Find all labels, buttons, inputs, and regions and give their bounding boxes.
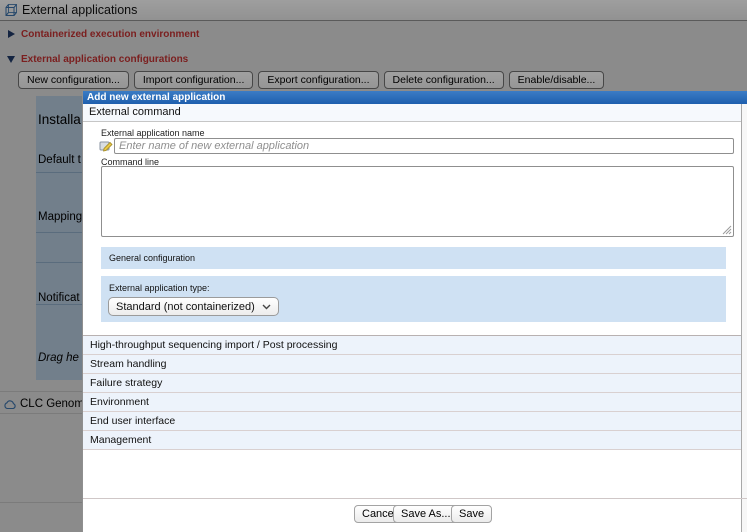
dialog-title: Add new external application [87, 92, 226, 103]
accordion-section-stream-handling[interactable]: Stream handling [83, 355, 741, 374]
dialog-accordion: High-throughput sequencing import / Post… [83, 335, 741, 450]
screen: External applications Containerized exec… [0, 0, 747, 532]
chevron-down-icon [262, 304, 271, 309]
save-button[interactable]: Save [451, 505, 493, 523]
dialog-footer-separator [83, 498, 747, 499]
resize-grip-icon[interactable] [721, 224, 732, 235]
application-type-label: External application type: [109, 283, 210, 293]
command-line-field [101, 166, 734, 237]
general-configuration-header: General configuration [101, 247, 726, 269]
accordion-section-environment[interactable]: Environment [83, 393, 741, 412]
application-type-panel: External application type: Standard (not… [101, 276, 726, 322]
application-name-label: External application name [101, 128, 205, 138]
accordion-section-failure-strategy[interactable]: Failure strategy [83, 374, 741, 393]
command-line-textarea[interactable] [101, 166, 734, 237]
accordion-section-htseq-import[interactable]: High-throughput sequencing import / Post… [83, 336, 741, 355]
accordion-section-management[interactable]: Management [83, 431, 741, 450]
dialog-titlebar: Add new external application [83, 91, 747, 104]
save-as-button[interactable]: Save As... [393, 505, 459, 523]
dialog-right-gutter [741, 104, 747, 532]
add-application-dialog: Add new external application External co… [82, 91, 747, 532]
application-type-select[interactable]: Standard (not containerized) [108, 297, 279, 316]
application-name-input[interactable] [114, 138, 734, 154]
accordion-section-end-user-interface[interactable]: End user interface [83, 412, 741, 431]
dialog-body: External command External application na… [83, 104, 747, 532]
edit-name-icon [99, 141, 113, 152]
application-type-value: Standard (not containerized) [116, 300, 255, 313]
external-command-section-header[interactable]: External command [83, 104, 741, 122]
